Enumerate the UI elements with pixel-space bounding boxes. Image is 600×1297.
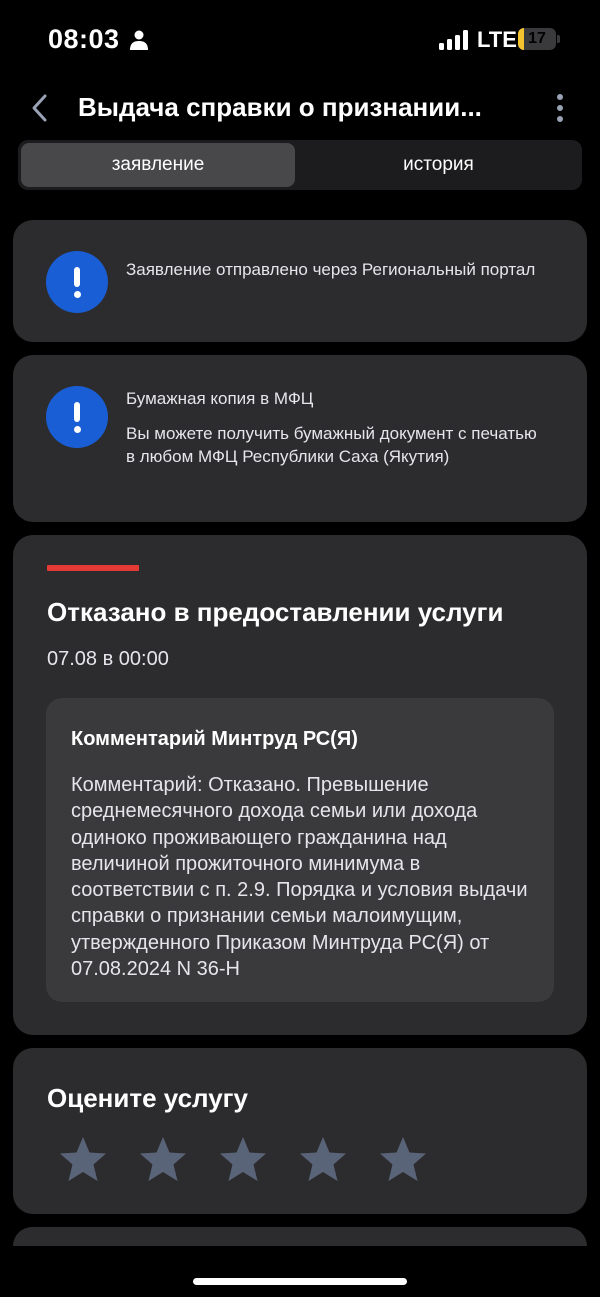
back-chevron-icon: [32, 94, 47, 122]
notice-text: Заявление отправлено через Региональный …: [126, 260, 536, 279]
notice-title: Бумажная копия в МФЦ: [126, 389, 314, 408]
more-options-button[interactable]: [548, 90, 572, 126]
status-time: 08:03: [48, 24, 120, 54]
info-exclamation-icon: [46, 251, 108, 313]
more-vertical-icon: [557, 94, 563, 100]
comment-title: Комментарий Минтруд РС(Я): [71, 728, 358, 750]
star-icon[interactable]: [137, 1134, 189, 1186]
status-indicator-line: [47, 565, 139, 571]
tab-application[interactable]: заявление: [21, 143, 295, 187]
notice-card-portal: Заявление отправлено через Региональный …: [13, 220, 587, 342]
status-date: 07.08 в 00:00: [47, 648, 169, 670]
star-icon[interactable]: [297, 1134, 349, 1186]
comment-text: Комментарий: Отказано. Превышение средне…: [71, 774, 528, 981]
status-card: Отказано в предоставлении услуги 07.08 в…: [13, 535, 587, 1035]
tab-history[interactable]: история: [298, 143, 579, 187]
page-title: Выдача справки о признании...: [78, 92, 482, 122]
star-icon[interactable]: [57, 1134, 109, 1186]
info-exclamation-icon: [46, 386, 108, 448]
battery-level: 17: [528, 30, 546, 47]
star-icon[interactable]: [217, 1134, 269, 1186]
network-label: LTE: [477, 27, 517, 52]
signal-icon: [439, 30, 468, 50]
status-bar: 08:03 LTE 17: [0, 0, 600, 80]
home-indicator[interactable]: [193, 1278, 407, 1285]
rating-card: Оцените услугу: [13, 1048, 587, 1214]
comment-box: Комментарий Минтруд РС(Я) Комментарий: О…: [46, 698, 554, 1002]
nav-header: Выдача справки о признании...: [0, 82, 600, 132]
star-icon[interactable]: [377, 1134, 429, 1186]
rating-title: Оцените услугу: [47, 1083, 248, 1113]
back-button[interactable]: [22, 90, 58, 126]
segmented-tabs: заявление история: [18, 140, 582, 190]
person-icon: [130, 30, 148, 50]
notice-card-paper-copy: Бумажная копия в МФЦ Вы можете получить …: [13, 355, 587, 522]
status-title: Отказано в предоставлении услуги: [47, 597, 504, 627]
battery-icon: 17: [518, 28, 560, 50]
next-card: [13, 1227, 587, 1246]
notice-text: Вы можете получить бумажный документ с п…: [126, 424, 537, 466]
